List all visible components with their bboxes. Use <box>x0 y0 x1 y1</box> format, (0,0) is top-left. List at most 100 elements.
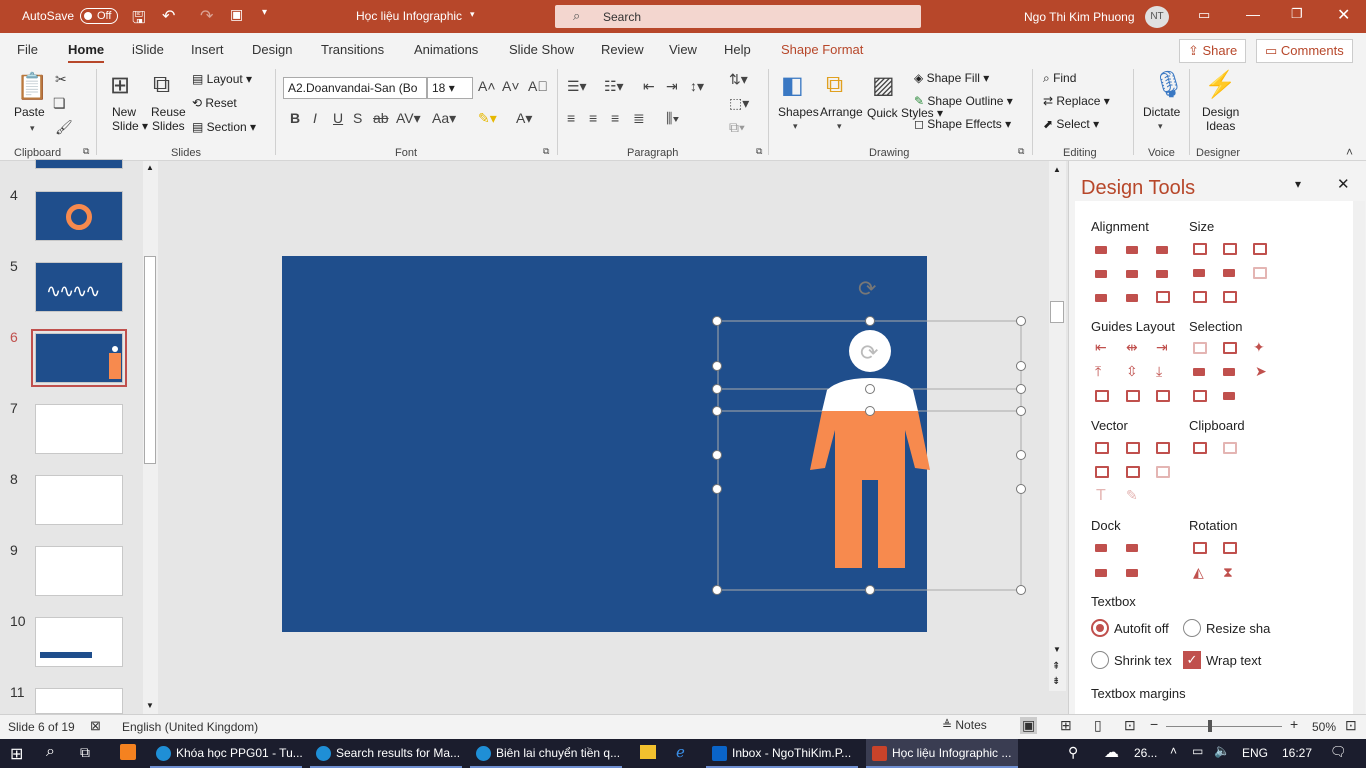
guide-middle-icon[interactable]: ⇳ <box>1126 363 1138 380</box>
vector-intersect-icon[interactable] <box>1095 466 1109 478</box>
select-same-icon[interactable] <box>1193 342 1207 354</box>
clear-formatting-icon[interactable]: A⃠ <box>528 78 548 94</box>
tab-slide-show[interactable]: Slide Show <box>509 42 574 57</box>
tab-home[interactable]: Home <box>68 42 105 64</box>
save-icon[interactable]: 🖫 <box>132 7 146 34</box>
weather-temp[interactable]: 26... <box>1134 746 1157 760</box>
slide-thumbnail-7[interactable] <box>35 404 123 454</box>
vector-combine-icon[interactable] <box>1126 442 1140 454</box>
shadow-icon[interactable]: S <box>353 110 362 126</box>
text-direction-icon[interactable]: ⇅▾ <box>729 71 748 88</box>
bold-icon[interactable]: B <box>290 110 300 126</box>
canvas-scrollbar[interactable]: ▲ ▼ ⇞ ⇟ <box>1049 161 1066 691</box>
resize-handle[interactable] <box>712 316 722 326</box>
undo-icon[interactable]: ↶ <box>162 6 175 26</box>
slide-thumbnail[interactable] <box>35 159 123 169</box>
same-width-tool-icon[interactable] <box>1193 243 1207 255</box>
smartart-icon[interactable]: ⧉▾ <box>729 119 745 136</box>
paragraph-launcher-icon[interactable]: ⧉ <box>756 146 762 157</box>
numbering-icon[interactable]: ☷▾ <box>604 78 624 95</box>
tab-animations[interactable]: Animations <box>414 42 478 57</box>
wrap-text-checkbox[interactable]: ✓ <box>1183 651 1201 669</box>
new-slide-icon[interactable]: ⊞ <box>110 71 130 100</box>
taskbar-item[interactable]: Khóa học PPG01 - Tu... <box>150 739 302 768</box>
copy-icon[interactable]: ❏ <box>53 95 66 112</box>
paste-dropdown-icon[interactable]: ▾ <box>30 123 35 134</box>
underline-icon[interactable]: U <box>333 110 343 126</box>
resize-handle[interactable] <box>1016 484 1026 494</box>
ie-icon[interactable]: ℯ <box>676 743 685 761</box>
quick-styles-label[interactable]: Quick Styles ▾ <box>867 105 943 121</box>
find-button[interactable]: ⌕ Find <box>1043 71 1076 86</box>
tab-insert[interactable]: Insert <box>191 42 224 57</box>
slideshow-icon[interactable]: ⊡ <box>1124 717 1136 734</box>
flip-vertical-icon[interactable]: ⧗ <box>1223 564 1233 581</box>
microphone-icon[interactable]: 🎙 <box>1152 69 1185 100</box>
rotate-right-icon[interactable] <box>1223 542 1237 554</box>
input-language[interactable]: ENG <box>1242 746 1268 760</box>
close-pane-icon[interactable]: ✕ <box>1337 175 1350 193</box>
shape-effects-button[interactable]: ◻ Shape Effects ▾ <box>914 117 1011 131</box>
taskbar-item[interactable]: Search results for Ma... <box>310 739 462 768</box>
clock[interactable]: 16:27 <box>1282 746 1312 760</box>
tab-file[interactable]: File <box>17 42 38 57</box>
distribute-vertical-tool-icon[interactable] <box>1126 294 1138 302</box>
resize-handle[interactable] <box>712 406 722 416</box>
resize-handle[interactable] <box>865 316 875 326</box>
volume-icon[interactable]: 🔈 <box>1214 743 1230 759</box>
reset-button[interactable]: ⟲ Reset <box>192 96 237 110</box>
slide-sorter-icon[interactable]: ⊞ <box>1060 717 1072 734</box>
redo-icon[interactable]: ↷ <box>200 6 213 26</box>
tab-transitions[interactable]: Transitions <box>321 42 384 57</box>
resize-handle[interactable] <box>1016 316 1026 326</box>
fit-to-window-icon[interactable]: ⊡ <box>1345 717 1357 734</box>
spellcheck-icon[interactable]: ⊠ <box>90 718 101 734</box>
resize-handle[interactable] <box>712 384 722 394</box>
zoom-level[interactable]: 50% <box>1312 720 1336 734</box>
arrange-dropdown-icon[interactable]: ▾ <box>837 121 842 132</box>
arrange-icon[interactable]: ⧉ <box>826 71 843 99</box>
brush-tool-icon[interactable]: ✎ <box>1126 487 1138 504</box>
weather-icon[interactable]: ☁ <box>1104 743 1119 761</box>
chevron-up-icon[interactable]: ˄ <box>1170 744 1177 758</box>
share-button[interactable]: ⇪ Share <box>1179 39 1247 63</box>
pane-options-icon[interactable]: ▾ <box>1295 177 1301 191</box>
tab-review[interactable]: Review <box>601 42 644 57</box>
dock-tool-icon[interactable] <box>1126 544 1138 552</box>
guide-center-icon[interactable]: ⇹ <box>1126 339 1138 356</box>
search-icon[interactable]: ⌕ <box>46 743 55 761</box>
slide-thumbnail-8[interactable] <box>35 475 123 525</box>
pane-scrollbar[interactable] <box>1353 201 1365 714</box>
slide-thumbnail-10[interactable] <box>35 617 123 667</box>
align-text-icon[interactable]: ⬚▾ <box>729 95 749 112</box>
people-icon[interactable]: ⚲ <box>1068 744 1078 761</box>
same-size-tool-icon[interactable] <box>1253 243 1267 255</box>
strikethrough-icon[interactable]: ab <box>373 110 389 126</box>
increase-indent-icon[interactable]: ⇥ <box>666 78 678 95</box>
fit-tool-icon[interactable] <box>1156 291 1170 303</box>
shrink-text-radio[interactable] <box>1091 651 1109 669</box>
dock-tool-icon[interactable] <box>1095 544 1107 552</box>
change-case-icon[interactable]: Aa▾ <box>432 110 456 127</box>
grow-font-icon[interactable]: A˄ <box>478 78 496 94</box>
resize-handle[interactable] <box>865 585 875 595</box>
zoom-slider-thumb[interactable] <box>1208 720 1212 732</box>
clipboard-launcher-icon[interactable]: ⧉ <box>83 146 89 157</box>
paste-icon[interactable]: 📋 <box>16 71 48 102</box>
resize-handle[interactable] <box>865 406 875 416</box>
bullets-icon[interactable]: ☰▾ <box>567 78 587 95</box>
selection-tool-icon[interactable] <box>1223 368 1235 376</box>
resize-handle[interactable] <box>1016 450 1026 460</box>
notifications-icon[interactable]: 🗨 <box>1330 744 1347 760</box>
guide-tool-icon[interactable] <box>1095 390 1109 402</box>
new-slide-label[interactable]: New Slide ▾ <box>112 105 148 133</box>
resize-handle[interactable] <box>1016 384 1026 394</box>
align-bottom-tool-icon[interactable] <box>1156 270 1168 278</box>
present-icon[interactable]: ▣ <box>230 6 243 23</box>
pointer-icon[interactable]: ➤ <box>1255 363 1267 380</box>
language[interactable]: English (United Kingdom) <box>122 720 258 734</box>
columns-icon[interactable]: ⫼▾ <box>666 110 679 127</box>
font-name-select[interactable]: A2.Doanvandai-San (Bo <box>283 77 427 99</box>
collapse-ribbon-icon[interactable]: ˄ <box>1346 145 1353 159</box>
restore-icon[interactable]: ❐ <box>1291 6 1303 22</box>
